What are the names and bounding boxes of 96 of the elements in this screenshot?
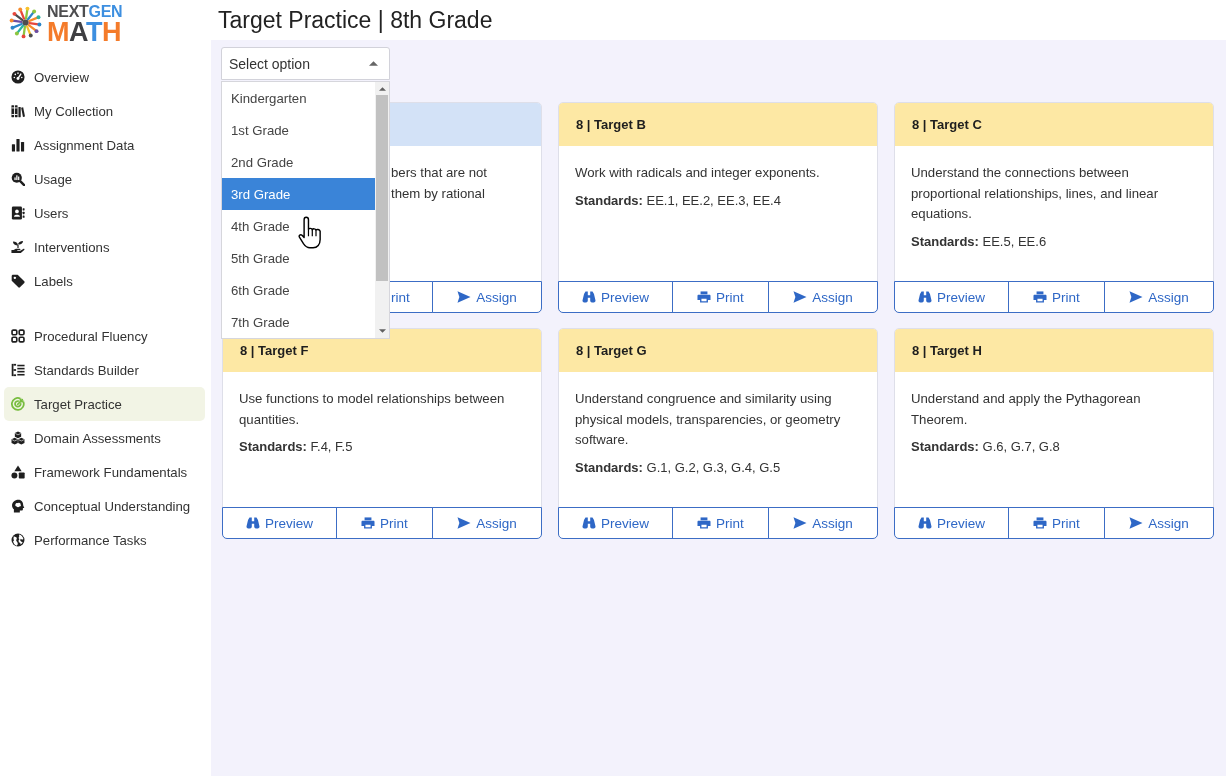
binoculars-icon	[582, 291, 596, 303]
binoculars-icon	[918, 291, 932, 303]
dropdown-option[interactable]: 7th Grade	[222, 306, 375, 338]
card-standards: Standards: G.1, G.2, G.3, G.4, G.5	[575, 458, 782, 477]
dropdown-option[interactable]: 4th Grade	[222, 210, 375, 242]
paper-plane-icon	[793, 291, 808, 303]
print-button[interactable]: Print	[672, 281, 769, 313]
scrollbar[interactable]	[375, 82, 389, 338]
page-title: Target Practice | 8th Grade	[218, 6, 493, 34]
printer-icon	[697, 291, 712, 303]
print-button[interactable]: rint	[390, 281, 433, 313]
hand-cursor-icon	[298, 216, 322, 249]
chart-search-icon	[11, 172, 25, 186]
nav-item[interactable]: Interventions	[4, 230, 205, 264]
list-icon	[11, 363, 25, 377]
caret-up-icon	[369, 61, 378, 66]
preview-button[interactable]: Preview	[894, 507, 1009, 539]
card-title: 8 | Target G	[576, 343, 647, 358]
print-button[interactable]: Print	[1008, 507, 1105, 539]
nav-item[interactable]: Users	[4, 196, 205, 230]
dropdown-option[interactable]: Kindergarten	[222, 82, 375, 114]
card-description: Work with radicals and integer exponents.	[575, 164, 821, 182]
card-standards: Standards: G.6, G.7, G.8	[911, 438, 1061, 456]
binoculars-icon	[918, 517, 932, 529]
assign-button[interactable]: Assign	[432, 507, 542, 539]
nav-item[interactable]: Overview	[4, 60, 205, 94]
print-button[interactable]: Print	[1008, 281, 1105, 313]
scrollbar-thumb[interactable]	[376, 95, 388, 281]
grid-icon	[11, 329, 25, 343]
card-description: Understand the connections between proportional relationships, lines, and linear equations.	[911, 164, 1160, 223]
card-description: them by rational	[391, 184, 486, 203]
gauge-icon	[11, 70, 25, 84]
card-description: bers that are not	[391, 164, 489, 182]
cubes-icon	[11, 431, 25, 445]
assign-button[interactable]: Assign	[768, 281, 878, 313]
nav-item[interactable]: Usage	[4, 162, 205, 196]
paper-plane-icon	[1129, 517, 1144, 529]
printer-icon	[697, 517, 712, 529]
preview-button[interactable]: Preview	[558, 507, 673, 539]
preview-button[interactable]: Preview	[222, 507, 337, 539]
card-description: Understand and apply the Pythagorean Theorem.	[911, 390, 1142, 429]
paper-plane-icon	[793, 517, 808, 529]
paper-plane-icon	[457, 291, 472, 303]
printer-icon	[361, 517, 376, 529]
logo-icon	[9, 6, 42, 39]
card-title: 8 | Target C	[912, 117, 982, 132]
dropdown-option[interactable]: 6th Grade	[222, 274, 375, 306]
card-standards: Standards: EE.1, EE.2, EE.3, EE.4	[575, 191, 782, 210]
logo-text: NEXTGEN MATH	[47, 4, 123, 46]
dropdown-option[interactable]: 1st Grade	[222, 114, 375, 146]
paper-plane-icon	[457, 517, 472, 529]
address-book-icon	[11, 206, 25, 220]
globe-icon	[11, 533, 25, 547]
nav-item[interactable]: My Collection	[4, 94, 205, 128]
nav-item[interactable]: Domain Assessments	[4, 421, 205, 455]
bar-chart-icon	[11, 138, 25, 152]
dropdown-option[interactable]: 3rd Grade	[222, 178, 375, 210]
card-title: 8 | Target F	[240, 343, 309, 358]
binoculars-icon	[582, 517, 596, 529]
assign-button[interactable]: Assign	[1104, 281, 1214, 313]
hand-seedling-icon	[11, 240, 25, 254]
print-button[interactable]: Print	[336, 507, 433, 539]
target-icon	[11, 397, 25, 411]
nav-item[interactable]: Procedural Fluency	[4, 319, 205, 353]
preview-button[interactable]: Preview	[894, 281, 1009, 313]
grade-select[interactable]: Select option	[221, 47, 390, 80]
books-icon	[11, 104, 25, 118]
dropdown-option[interactable]: 5th Grade	[222, 242, 375, 274]
scroll-up-icon[interactable]	[378, 87, 386, 91]
tag-icon	[11, 274, 25, 288]
nav-item[interactable]: Target Practice	[4, 387, 205, 421]
card-standards: Standards: F.4, F.5	[239, 438, 354, 456]
card-title: 8 | Target H	[912, 343, 982, 358]
nav-item[interactable]: Assignment Data	[4, 128, 205, 162]
paper-plane-icon	[1129, 291, 1144, 303]
scroll-down-icon[interactable]	[378, 329, 386, 333]
dropdown-option[interactable]: 2nd Grade	[222, 146, 375, 178]
shapes-icon	[11, 465, 25, 479]
preview-button[interactable]: Preview	[558, 281, 673, 313]
card-description: Understand congruence and similarity using physical models, transparencies, or geometry software.	[575, 390, 842, 449]
assign-button[interactable]: Assign	[1104, 507, 1214, 539]
printer-icon	[1033, 517, 1048, 529]
nav-item[interactable]: Standards Builder	[4, 353, 205, 387]
head-icon	[11, 499, 25, 513]
nav-item[interactable]: Labels	[4, 264, 205, 298]
card-description: Use functions to model relationships between quantities.	[239, 390, 506, 429]
nav-item[interactable]: Performance Tasks	[4, 523, 205, 557]
nav-item[interactable]: Framework Fundamentals	[4, 455, 205, 489]
printer-icon	[1033, 291, 1048, 303]
card-title: 8 | Target B	[576, 117, 646, 132]
print-button[interactable]: Print	[672, 507, 769, 539]
nav-item[interactable]: Conceptual Understanding	[4, 489, 205, 523]
card-standards: Standards: EE.5, EE.6	[911, 232, 1048, 251]
assign-button[interactable]: Assign	[768, 507, 878, 539]
assign-button[interactable]: Assign	[432, 281, 542, 313]
binoculars-icon	[246, 517, 260, 529]
